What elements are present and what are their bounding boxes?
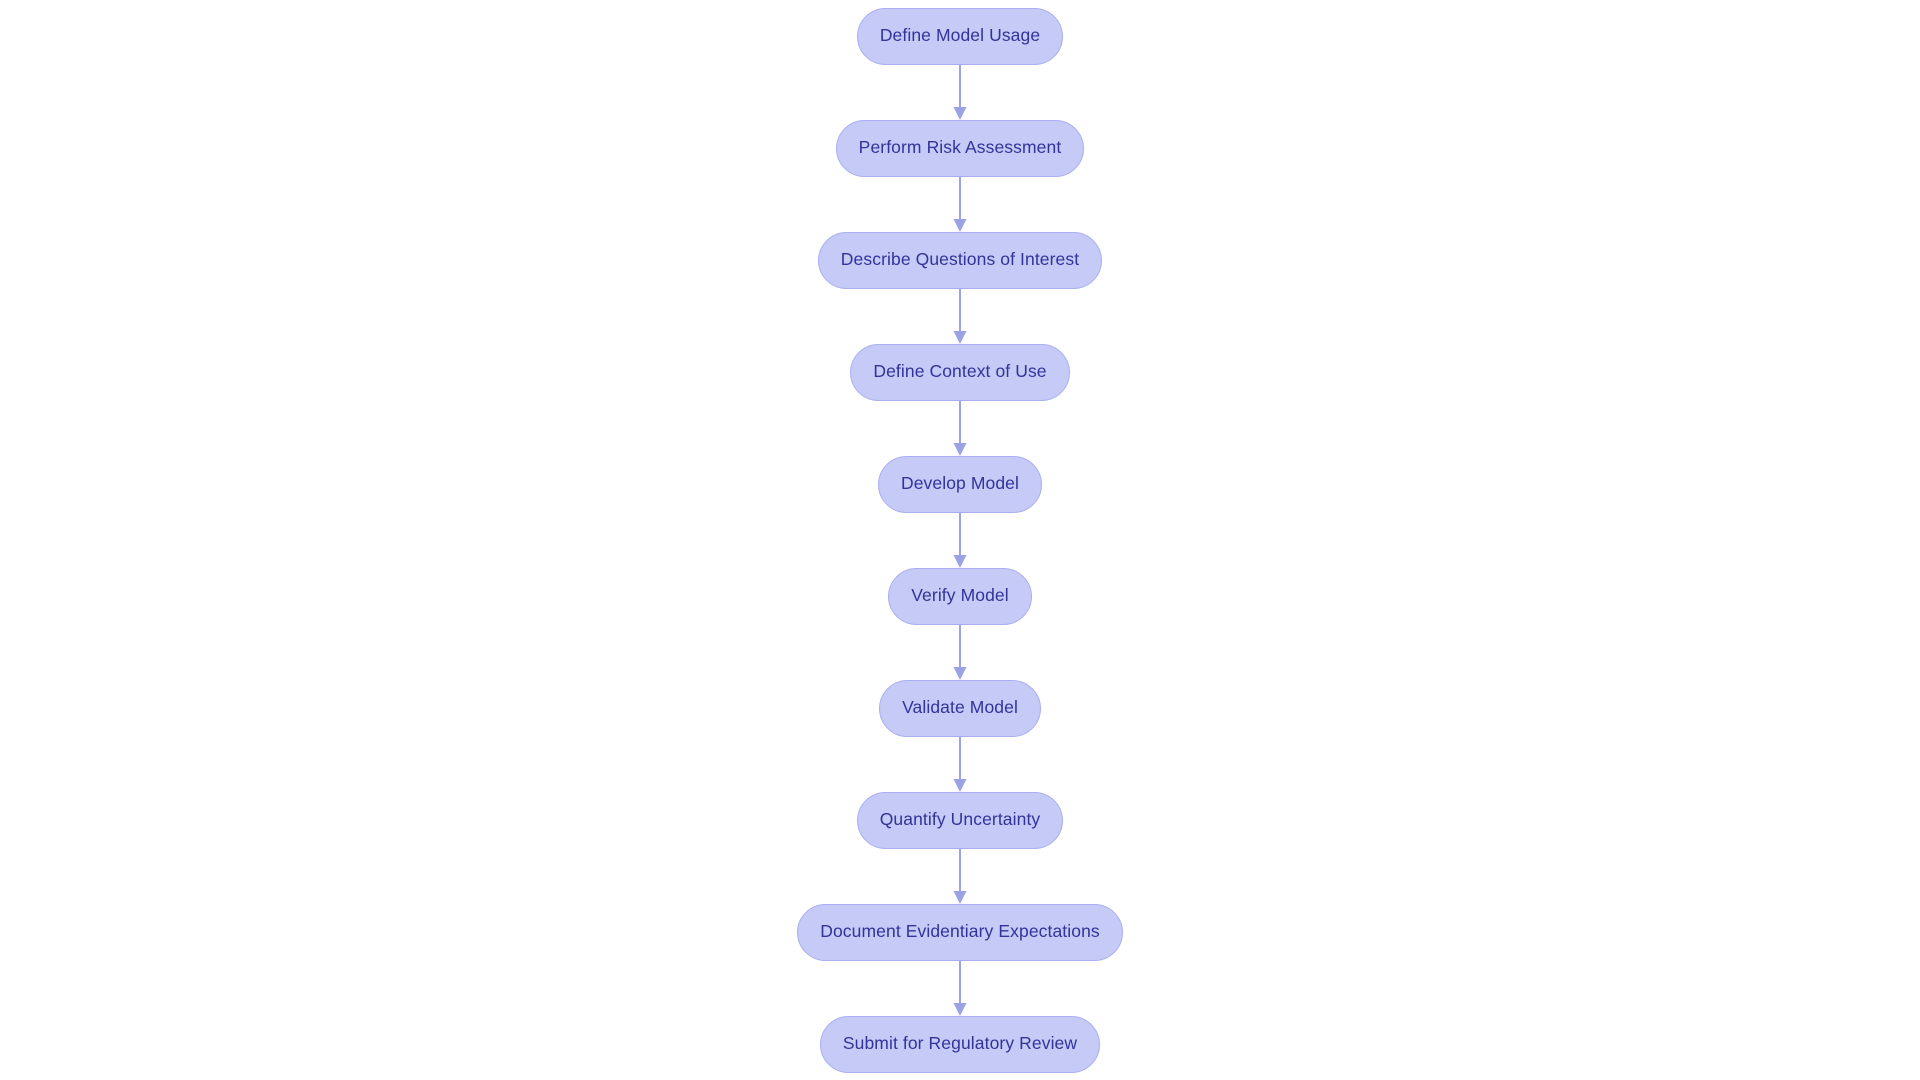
flow-step: Quantify Uncertainty xyxy=(856,791,1064,849)
flow-arrow-define-context-of-use-to-develop-model xyxy=(953,400,967,456)
flow-step: Describe Questions of Interest xyxy=(817,231,1103,289)
flow-node-label: Perform Risk Assessment xyxy=(858,137,1062,158)
flowchart-canvas: Define Model Usage Perform Risk Assessmen… xyxy=(0,0,1920,1080)
flow-step: Perform Risk Assessment xyxy=(835,119,1085,177)
flow-arrow-document-evidentiary-expectations-to-submit-for-regulatory-review xyxy=(953,960,967,1016)
flow-node-develop-model[interactable]: Develop Model xyxy=(877,455,1043,513)
arrowhead-icon xyxy=(953,554,967,568)
flow-node-label: Quantify Uncertainty xyxy=(879,809,1041,830)
flow-step: Define Context of Use xyxy=(850,343,1070,401)
flow-step: Submit for Regulatory Review xyxy=(819,1015,1101,1073)
flow-node-verify-model[interactable]: Verify Model xyxy=(888,567,1032,625)
flow-node-describe-questions-of-interest[interactable]: Describe Questions of Interest xyxy=(817,231,1103,289)
flow-arrow-validate-model-to-quantify-uncertainty xyxy=(953,736,967,792)
flow-node-label: Validate Model xyxy=(902,697,1018,718)
flow-node-perform-risk-assessment[interactable]: Perform Risk Assessment xyxy=(835,119,1085,177)
flowchart-node-column: Define Model Usage Perform Risk Assessmen… xyxy=(0,0,1920,1080)
flow-step: Document Evidentiary Expectations xyxy=(797,903,1123,961)
flow-node-label: Submit for Regulatory Review xyxy=(842,1033,1078,1054)
arrowhead-icon xyxy=(953,1002,967,1016)
flow-node-label: Define Model Usage xyxy=(879,25,1041,46)
flow-node-label: Develop Model xyxy=(900,473,1020,494)
flow-arrow-develop-model-to-verify-model xyxy=(953,512,967,568)
arrowhead-icon xyxy=(953,106,967,120)
flow-arrow-define-model-usage-to-perform-risk-assessment xyxy=(953,64,967,120)
flow-arrow-describe-questions-of-interest-to-define-context-of-use xyxy=(953,288,967,344)
arrowhead-icon xyxy=(953,330,967,344)
flow-step: Develop Model xyxy=(877,455,1043,513)
flow-node-define-context-of-use[interactable]: Define Context of Use xyxy=(850,343,1070,401)
arrowhead-icon xyxy=(953,890,967,904)
arrowhead-icon xyxy=(953,442,967,456)
flow-node-validate-model[interactable]: Validate Model xyxy=(879,679,1041,737)
flow-node-label: Verify Model xyxy=(911,585,1009,606)
flow-node-quantify-uncertainty[interactable]: Quantify Uncertainty xyxy=(856,791,1064,849)
arrowhead-icon xyxy=(953,666,967,680)
flow-node-label: Describe Questions of Interest xyxy=(840,249,1080,270)
flow-node-submit-for-regulatory-review[interactable]: Submit for Regulatory Review xyxy=(819,1015,1101,1073)
flow-node-label: Document Evidentiary Expectations xyxy=(820,921,1100,942)
flow-node-document-evidentiary-expectations[interactable]: Document Evidentiary Expectations xyxy=(797,903,1123,961)
arrowhead-icon xyxy=(953,218,967,232)
flow-arrow-verify-model-to-validate-model xyxy=(953,624,967,680)
flow-step: Verify Model xyxy=(888,567,1032,625)
flow-node-define-model-usage[interactable]: Define Model Usage xyxy=(856,7,1064,65)
flow-step: Validate Model xyxy=(879,679,1041,737)
flow-arrow-perform-risk-assessment-to-describe-questions-of-interest xyxy=(953,176,967,232)
arrowhead-icon xyxy=(953,778,967,792)
flow-step: Define Model Usage xyxy=(856,7,1064,65)
flow-arrow-quantify-uncertainty-to-document-evidentiary-expectations xyxy=(953,848,967,904)
flow-node-label: Define Context of Use xyxy=(873,361,1047,382)
